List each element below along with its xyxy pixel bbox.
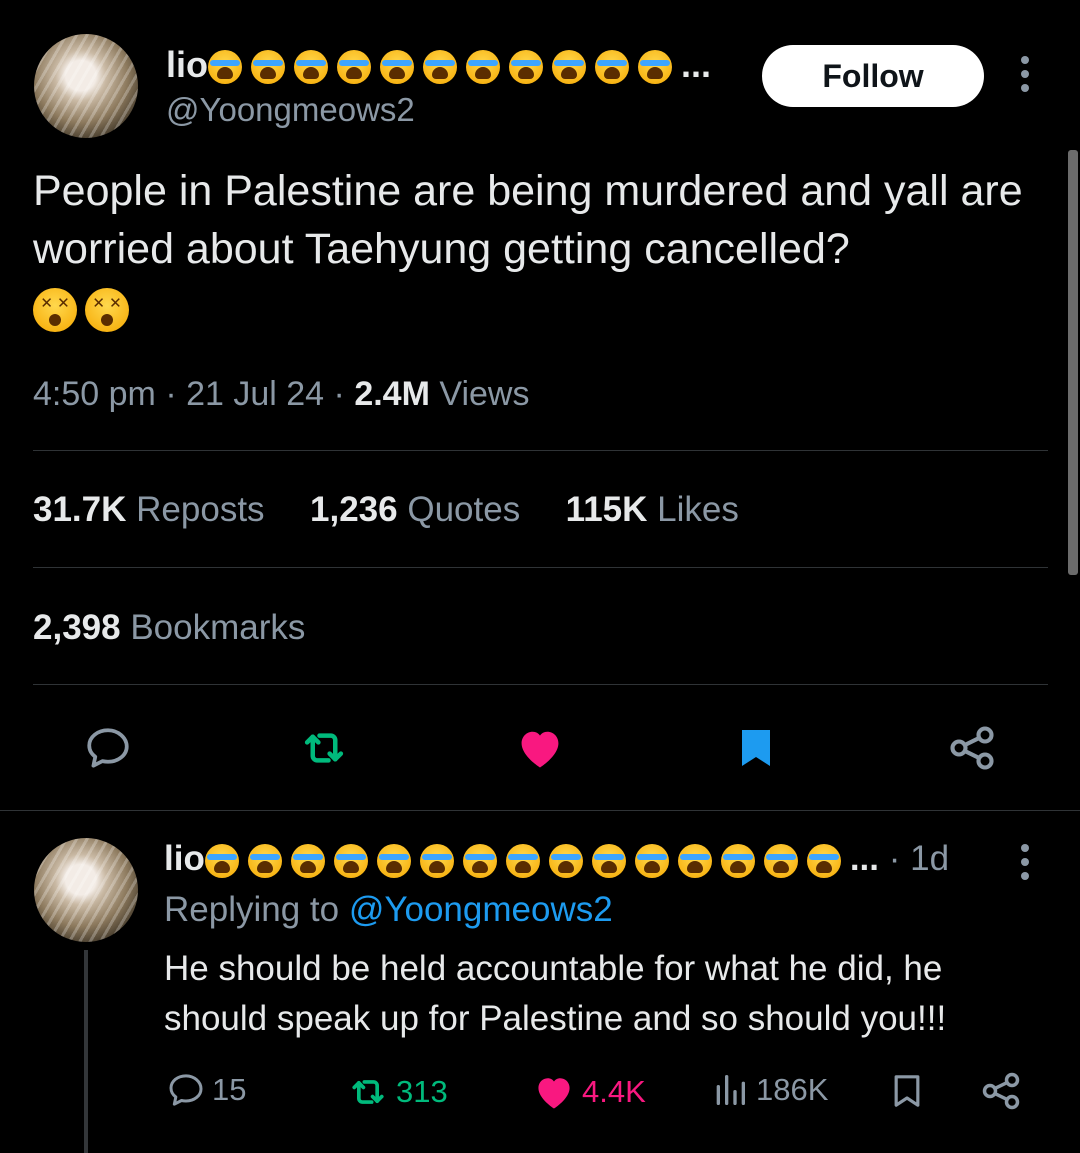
loudly-crying-face-emoji <box>337 50 371 85</box>
repost-icon[interactable] <box>294 718 354 778</box>
divider <box>33 684 1048 685</box>
reposts-stat[interactable]: 31.7K Reposts <box>33 490 265 529</box>
loudly-crying-face-emoji <box>423 50 457 85</box>
author-name-emojis <box>208 44 681 85</box>
tweet-text: People in Palestine are being murdered a… <box>33 162 1043 278</box>
tweet-time[interactable]: 4:50 pm <box>33 375 156 413</box>
reply-author-name-emojis <box>204 839 850 878</box>
loudly-crying-face-emoji <box>333 843 368 878</box>
quotes-stat[interactable]: 1,236 Quotes <box>310 490 520 529</box>
quotes-count: 1,236 <box>310 490 398 529</box>
reply-author-name-text: lio <box>164 839 205 878</box>
bookmarks-count: 2,398 <box>33 608 121 647</box>
tweet-meta: 4:50 pm · 21 Jul 24 · 2.4M Views <box>33 375 529 414</box>
likes-label: Likes <box>657 490 739 529</box>
loudly-crying-face-emoji <box>638 50 672 85</box>
reply-reposts-stat[interactable]: 313 <box>346 1070 448 1114</box>
loudly-crying-face-emoji <box>247 843 282 878</box>
name-truncation: ... <box>681 44 712 85</box>
author-handle[interactable]: @Yoongmeows2 <box>166 91 415 129</box>
reposts-label: Reposts <box>136 490 265 529</box>
reply-likes-stat[interactable]: 4.4K <box>532 1070 646 1114</box>
name-truncation: ... <box>849 839 880 878</box>
reply-count: 15 <box>212 1072 247 1107</box>
loudly-crying-face-emoji <box>552 50 586 85</box>
loudly-crying-face-emoji <box>677 843 712 878</box>
author-name-text: lio <box>166 44 208 85</box>
tweet-emoji-row <box>33 288 137 332</box>
reply-text-line: should speak up for Palestine and so sho… <box>164 999 947 1038</box>
loudly-crying-face-emoji <box>548 843 583 878</box>
share-icon[interactable] <box>942 718 1002 778</box>
loudly-crying-face-emoji <box>763 843 798 878</box>
loudly-crying-face-emoji <box>806 843 841 878</box>
replying-to: Replying to @Yoongmeows2 <box>164 890 613 930</box>
like-icon[interactable] <box>510 718 570 778</box>
bookmark-icon[interactable] <box>882 1066 932 1116</box>
meta-separator: · <box>333 375 345 413</box>
reply-icon <box>169 1074 203 1106</box>
views-icon <box>716 1075 745 1105</box>
share-icon[interactable] <box>976 1066 1026 1116</box>
loudly-crying-face-emoji <box>290 843 325 878</box>
loudly-crying-face-emoji <box>294 50 328 85</box>
loudly-crying-face-emoji <box>591 843 626 878</box>
likes-stat[interactable]: 115K Likes <box>566 490 739 529</box>
dizzy-face-emoji <box>85 288 129 332</box>
replying-to-label: Replying to <box>164 890 340 929</box>
loudly-crying-face-emoji <box>380 50 414 85</box>
reply-replies-stat[interactable]: 15 <box>166 1070 246 1110</box>
follow-button[interactable]: Follow <box>762 45 984 107</box>
loudly-crying-face-emoji <box>419 843 454 878</box>
bookmark-icon[interactable] <box>726 718 786 778</box>
repost-icon <box>352 1080 384 1104</box>
views-count: 2.4M <box>354 375 430 413</box>
engagement-stats: 31.7K Reposts 1,236 Quotes 115K Likes <box>33 490 739 530</box>
reply-age[interactable]: 1d <box>910 839 949 878</box>
loudly-crying-face-emoji <box>505 843 540 878</box>
meta-separator: · <box>165 375 177 413</box>
reposts-count: 31.7K <box>33 490 127 529</box>
loudly-crying-face-emoji <box>251 50 285 85</box>
reply-author-name[interactable]: lio... · 1d <box>164 839 949 879</box>
loudly-crying-face-emoji <box>634 843 669 878</box>
author-avatar[interactable] <box>34 34 138 138</box>
like-count: 4.4K <box>582 1074 646 1109</box>
thread-line <box>84 950 88 1153</box>
views-count: 186K <box>756 1072 829 1107</box>
reply-views-stat[interactable]: 186K <box>710 1070 828 1110</box>
loudly-crying-face-emoji <box>466 50 500 85</box>
loudly-crying-face-emoji <box>204 843 239 878</box>
reply-text: He should be held accountable for what h… <box>164 944 1044 1044</box>
loudly-crying-face-emoji <box>376 843 411 878</box>
reply-text-line: He should be held accountable for what h… <box>164 949 943 988</box>
loudly-crying-face-emoji <box>509 50 543 85</box>
divider <box>33 450 1048 451</box>
divider <box>0 810 1080 811</box>
like-icon <box>538 1078 570 1109</box>
tweet-text-body: People in Palestine are being murdered a… <box>33 167 1023 273</box>
reply-author-avatar[interactable] <box>34 838 138 942</box>
loudly-crying-face-emoji <box>720 843 755 878</box>
scrollbar[interactable] <box>1068 150 1078 575</box>
bookmarks-label: Bookmarks <box>130 608 306 647</box>
bookmarks-stat[interactable]: 2,398 Bookmarks <box>33 608 305 648</box>
views-label: Views <box>439 375 530 413</box>
likes-count: 115K <box>565 490 648 529</box>
reply-more-options-icon[interactable] <box>1020 844 1030 880</box>
dizzy-face-emoji <box>33 288 77 332</box>
repost-count: 313 <box>396 1074 448 1109</box>
loudly-crying-face-emoji <box>595 50 629 85</box>
loudly-crying-face-emoji <box>462 843 497 878</box>
divider <box>33 567 1048 568</box>
quotes-label: Quotes <box>407 490 521 529</box>
loudly-crying-face-emoji <box>208 50 242 85</box>
more-options-icon[interactable] <box>1020 56 1030 92</box>
author-display-name[interactable]: lio... <box>166 44 711 86</box>
tweet-date[interactable]: 21 Jul 24 <box>186 375 324 413</box>
replying-to-handle[interactable]: @Yoongmeows2 <box>349 890 613 929</box>
reply-icon[interactable] <box>78 718 138 778</box>
